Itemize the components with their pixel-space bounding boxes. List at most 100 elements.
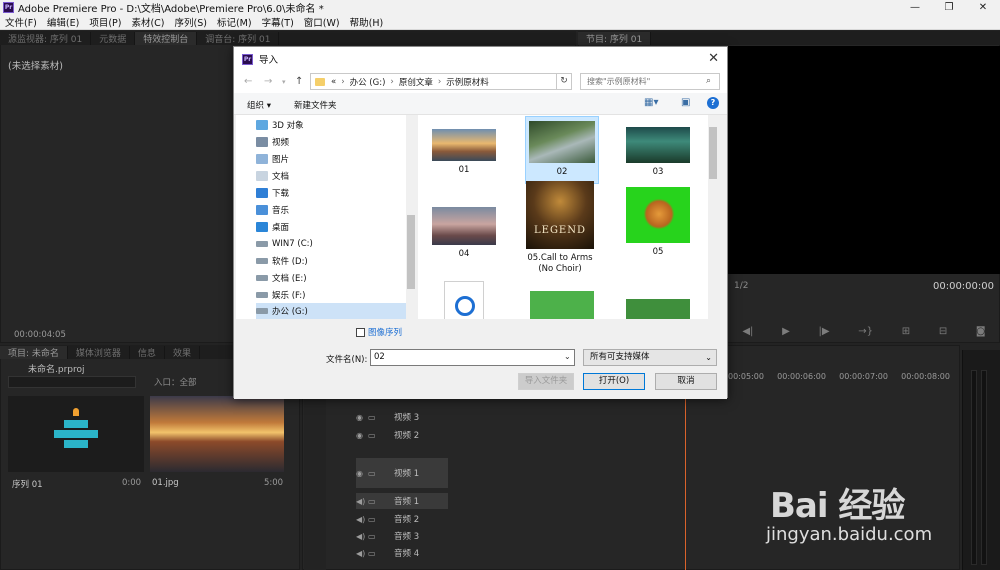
menu-sequence[interactable]: 序列(S)	[170, 15, 212, 29]
tab-program[interactable]: 节目: 序列 01	[578, 31, 652, 45]
project-item-sequence[interactable]	[8, 396, 144, 472]
menu-marker[interactable]: 标记(M)	[212, 15, 257, 29]
back-arrow-icon[interactable]: ←	[244, 76, 252, 87]
close-button[interactable]: ✕	[966, 0, 1000, 15]
menu-window[interactable]: 窗口(W)	[299, 15, 345, 29]
lift-icon[interactable]: ⊞	[902, 326, 910, 337]
menu-file[interactable]: 文件(F)	[0, 15, 42, 29]
cancel-button[interactable]: 取消	[655, 373, 717, 390]
nav-item-music[interactable]: 音乐	[256, 202, 408, 218]
nav-item-drive-f[interactable]: 娱乐 (F:)	[256, 287, 408, 303]
tab-project[interactable]: 项目: 未命名	[0, 345, 68, 359]
filename-input[interactable]: 02	[370, 349, 575, 366]
view-options-icon[interactable]: ▦▾	[644, 97, 658, 108]
nav-scrollbar[interactable]	[406, 115, 416, 319]
import-folder-button[interactable]: 导入文件夹	[518, 373, 574, 390]
file-item[interactable]	[526, 291, 598, 319]
nav-item-drive-e[interactable]: 文档 (E:)	[256, 270, 408, 286]
breadcrumb-part[interactable]: 示例原材料	[446, 76, 489, 88]
chevron-down-icon[interactable]: ⌄	[564, 352, 571, 361]
organize-menu[interactable]: 组织 ▾	[247, 99, 271, 111]
lock-icon[interactable]: ▭	[368, 497, 380, 506]
menu-edit[interactable]: 编辑(E)	[42, 15, 84, 29]
extract-icon[interactable]: ⊟	[939, 326, 947, 337]
nav-item-3d-objects[interactable]: 3D 对象	[256, 117, 408, 133]
breadcrumb-part[interactable]: 原创文章	[399, 76, 433, 88]
menu-clip[interactable]: 素材(C)	[126, 15, 169, 29]
track-video-2[interactable]: ◉ ▭ 视频 2	[356, 427, 448, 443]
playhead-line[interactable]	[685, 398, 686, 570]
image-sequence-checkbox[interactable]: 图像序列	[356, 326, 402, 338]
tab-info[interactable]: 信息	[130, 345, 165, 359]
preview-pane-icon[interactable]: ▣	[681, 97, 690, 108]
lock-icon[interactable]: ▭	[368, 515, 380, 524]
nav-item-videos[interactable]: 视频	[256, 134, 408, 150]
minimize-button[interactable]: —	[898, 0, 932, 15]
eye-icon[interactable]: ◉	[356, 413, 368, 422]
track-audio-2[interactable]: ◀) ▭ 音频 2	[356, 511, 448, 527]
tab-effect-controls[interactable]: 特效控制台	[135, 31, 198, 45]
file-item[interactable]: 05	[622, 187, 694, 267]
address-bar[interactable]: « › 办公 (G:) › 原创文章 › 示例原材料 ⌄	[310, 73, 570, 90]
nav-item-desktop[interactable]: 桌面	[256, 219, 408, 235]
go-out-icon[interactable]: →}	[858, 326, 873, 337]
up-arrow-icon[interactable]: ↑	[295, 76, 303, 87]
restore-button[interactable]: ❐	[932, 0, 966, 15]
file-item[interactable]: 04	[428, 185, 500, 265]
open-button[interactable]: 打开(O)	[583, 373, 645, 390]
project-item-image[interactable]	[150, 396, 284, 472]
speaker-icon[interactable]: ◀)	[356, 532, 368, 541]
file-item[interactable]	[622, 299, 694, 319]
menu-project[interactable]: 项目(P)	[84, 15, 126, 29]
track-audio-4[interactable]: ◀) ▭ 音频 4	[356, 545, 448, 561]
lock-icon[interactable]: ▭	[368, 431, 380, 440]
eye-icon[interactable]: ◉	[356, 469, 368, 478]
tab-audio-mixer[interactable]: 调音台: 序列 01	[197, 31, 280, 45]
speaker-icon[interactable]: ◀)	[356, 497, 368, 506]
zoom-select[interactable]: 1/2	[734, 281, 748, 291]
lock-icon[interactable]: ▭	[368, 413, 380, 422]
file-item[interactable]	[428, 281, 500, 319]
forward-arrow-icon[interactable]: →	[264, 76, 272, 87]
speaker-icon[interactable]: ◀)	[356, 515, 368, 524]
nav-item-drive-g[interactable]: 办公 (G:)	[256, 303, 408, 319]
recent-dropdown-icon[interactable]: ▾	[282, 78, 286, 86]
help-icon[interactable]: ?	[707, 97, 719, 109]
project-in-filter[interactable]: 入口：全部	[154, 376, 197, 388]
tab-media-browser[interactable]: 媒体浏览器	[68, 345, 130, 359]
project-search-input[interactable]	[8, 376, 136, 388]
nav-item-drive-c[interactable]: WIN7 (C:)	[256, 236, 408, 252]
track-video-3[interactable]: ◉ ▭ 视频 3	[356, 409, 448, 425]
speaker-icon[interactable]: ◀)	[356, 549, 368, 558]
eye-icon[interactable]: ◉	[356, 431, 368, 440]
filetype-select[interactable]: 所有可支持媒体 ⌄	[583, 349, 717, 366]
track-audio-1[interactable]: ◀) ▭ 音频 1	[356, 493, 448, 509]
file-item[interactable]: 01	[428, 119, 500, 183]
search-input[interactable]	[580, 73, 720, 90]
lock-icon[interactable]: ▭	[368, 469, 380, 478]
tab-metadata[interactable]: 元数据	[91, 31, 136, 45]
menu-help[interactable]: 帮助(H)	[345, 15, 389, 29]
nav-item-drive-d[interactable]: 软件 (D:)	[256, 253, 408, 269]
new-folder-button[interactable]: 新建文件夹	[294, 99, 337, 111]
file-item-selected[interactable]: 02	[525, 116, 599, 184]
file-item[interactable]: 03	[622, 119, 694, 183]
breadcrumb-part[interactable]: 办公 (G:)	[350, 76, 386, 88]
refresh-icon[interactable]: ↻	[556, 73, 572, 90]
tab-source[interactable]: 源监视器: 序列 01	[0, 31, 92, 45]
play-icon[interactable]: ▶	[782, 326, 790, 337]
lock-icon[interactable]: ▭	[368, 549, 380, 558]
content-scrollbar[interactable]	[708, 115, 718, 319]
lock-icon[interactable]: ▭	[368, 532, 380, 541]
close-icon[interactable]: ✕	[708, 51, 719, 66]
nav-item-pictures[interactable]: 图片	[256, 151, 408, 167]
track-audio-3[interactable]: ◀) ▭ 音频 3	[356, 528, 448, 544]
step-back-icon[interactable]: ◀|	[742, 326, 753, 337]
checkbox-box[interactable]	[356, 327, 365, 337]
step-forward-icon[interactable]: |▶	[819, 326, 830, 337]
camera-icon[interactable]: ◙	[976, 326, 986, 337]
menu-title[interactable]: 字幕(T)	[257, 15, 299, 29]
track-video-1[interactable]: ◉ ▭ 视频 1	[356, 458, 448, 488]
tab-effects[interactable]: 效果	[165, 345, 200, 359]
nav-item-documents[interactable]: 文档	[256, 168, 408, 184]
